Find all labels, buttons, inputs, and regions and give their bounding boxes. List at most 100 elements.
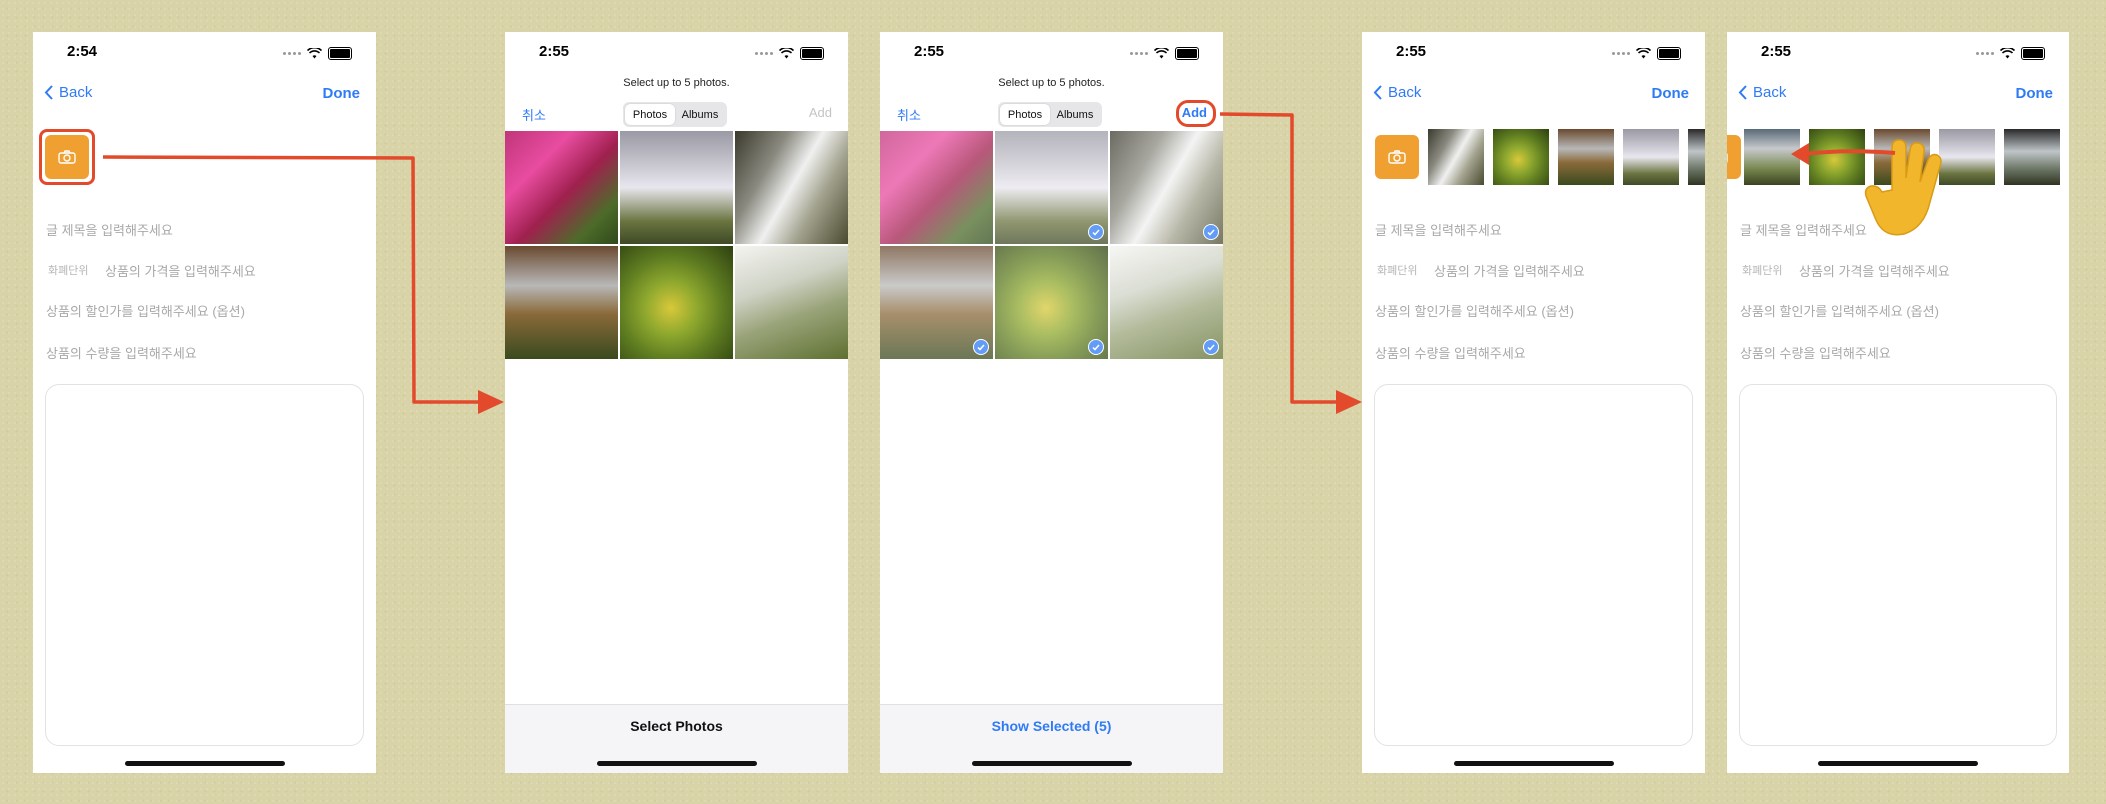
photo-cell[interactable] — [995, 131, 1108, 244]
status-time: 2:55 — [1761, 43, 1792, 60]
stock-field[interactable]: 상품의 수량을 입력해주세요 — [1740, 343, 1891, 362]
currency-unit[interactable]: 화폐단위 — [1377, 262, 1417, 278]
wifi-icon — [307, 48, 322, 59]
battery-icon — [1175, 47, 1199, 60]
tab-photos[interactable]: Photos — [625, 104, 675, 125]
home-indicator — [1818, 761, 1978, 766]
currency-unit[interactable]: 화폐단위 — [48, 262, 88, 278]
camera-button-highlight — [39, 129, 95, 185]
description-textarea[interactable] — [1739, 384, 2057, 746]
photo-thumbnail[interactable] — [1493, 129, 1549, 185]
picker-bottom-bar: Select Photos — [505, 704, 848, 773]
description-textarea[interactable] — [45, 384, 364, 746]
status-bar: 2:55 — [880, 43, 1223, 67]
checkmark-icon — [973, 339, 989, 355]
back-label: Back — [1753, 84, 1787, 101]
camera-button[interactable] — [1375, 135, 1419, 179]
price-field[interactable]: 상품의 가격을 입력해주세요 — [105, 261, 256, 280]
battery-icon — [800, 47, 824, 60]
back-button[interactable]: Back — [1738, 84, 1786, 101]
battery-icon — [1657, 47, 1681, 60]
done-button[interactable]: Done — [2016, 85, 2054, 102]
wifi-icon — [779, 48, 794, 59]
checkmark-icon — [1203, 224, 1219, 240]
checkmark-icon — [1203, 339, 1219, 355]
checkmark-icon — [1088, 224, 1104, 240]
home-indicator — [971, 761, 1132, 766]
photo-thumbnail[interactable] — [1428, 129, 1484, 185]
arrow-icon — [1336, 390, 1362, 414]
photo-cell[interactable] — [995, 246, 1108, 359]
cancel-button[interactable]: 취소 — [522, 105, 546, 124]
screen-2-photo-picker: 2:55 Select up to 5 photos. 취소 Photos Al… — [505, 32, 848, 773]
wifi-icon — [1154, 48, 1169, 59]
title-field[interactable]: 글 제목을 입력해주세요 — [46, 220, 173, 239]
camera-icon — [1388, 150, 1406, 164]
nav-bar: Back Done — [1362, 76, 1705, 116]
add-button[interactable]: Add — [809, 105, 832, 120]
photo-cell[interactable] — [505, 131, 618, 244]
back-button[interactable]: Back — [44, 84, 92, 101]
description-textarea[interactable] — [1374, 384, 1693, 746]
status-time: 2:55 — [914, 43, 945, 60]
battery-icon — [2021, 47, 2045, 60]
camera-button[interactable] — [1727, 135, 1741, 179]
photo-cell[interactable] — [735, 131, 848, 244]
battery-icon — [328, 47, 352, 60]
stock-field[interactable]: 상품의 수량을 입력해주세요 — [1375, 343, 1526, 362]
stock-field[interactable]: 상품의 수량을 입력해주세요 — [46, 343, 197, 362]
photo-grid — [880, 131, 1223, 359]
discount-field[interactable]: 상품의 할인가를 입력해주세요 (옵션) — [46, 301, 245, 320]
home-indicator — [596, 761, 757, 766]
photo-cell[interactable] — [1110, 246, 1223, 359]
select-photos-label[interactable]: Select Photos — [505, 718, 848, 734]
back-button[interactable]: Back — [1373, 84, 1421, 101]
chevron-left-icon — [1738, 85, 1747, 100]
screen-3-photo-picker-selected: 2:55 Select up to 5 photos. 취소 Photos Al… — [880, 32, 1223, 773]
title-field[interactable]: 글 제목을 입력해주세요 — [1375, 220, 1502, 239]
status-bar: 2:54 — [33, 43, 376, 67]
photo-thumbnail[interactable] — [1623, 129, 1679, 185]
back-label: Back — [1388, 84, 1422, 101]
nav-bar: Back Done — [1727, 76, 2069, 116]
add-button-highlight — [1176, 100, 1216, 127]
picker-title: Select up to 5 photos. — [623, 77, 730, 89]
photo-cell[interactable] — [620, 131, 733, 244]
photo-cell[interactable] — [880, 246, 993, 359]
cancel-button[interactable]: 취소 — [897, 105, 921, 124]
status-time: 2:55 — [1396, 43, 1427, 60]
done-button[interactable]: Done — [1652, 85, 1690, 102]
status-time: 2:55 — [539, 43, 570, 60]
picker-title: Select up to 5 photos. — [998, 77, 1105, 89]
price-field[interactable]: 상품의 가격을 입력해주세요 — [1434, 261, 1585, 280]
screen-4-form-with-photos: 2:55 Back Done 글 제목을 입력해주세요 화폐단위 상품의 가격을… — [1362, 32, 1705, 773]
photo-cell[interactable] — [735, 246, 848, 359]
photo-cell[interactable] — [620, 246, 733, 359]
photo-cell[interactable] — [880, 131, 993, 244]
tab-photos[interactable]: Photos — [1000, 104, 1050, 125]
status-bar: 2:55 — [1362, 43, 1705, 67]
photo-cell[interactable] — [505, 246, 618, 359]
tab-albums[interactable]: Albums — [675, 104, 725, 125]
picker-bottom-bar: Show Selected (5) — [880, 704, 1223, 773]
cellular-icon — [1976, 52, 1994, 55]
wifi-icon — [1636, 48, 1651, 59]
discount-field[interactable]: 상품의 할인가를 입력해주세요 (옵션) — [1740, 301, 1939, 320]
photo-thumbnail[interactable] — [2004, 129, 2060, 185]
done-button[interactable]: Done — [323, 85, 361, 102]
price-field[interactable]: 상품의 가격을 입력해주세요 — [1799, 261, 1950, 280]
photo-cell[interactable] — [1110, 131, 1223, 244]
show-selected-button[interactable]: Show Selected (5) — [880, 718, 1223, 734]
discount-field[interactable]: 상품의 할인가를 입력해주세요 (옵션) — [1375, 301, 1574, 320]
home-indicator — [1453, 761, 1614, 766]
screen-5-form-scrolled: 2:55 Back Done 글 제목을 입력해주세요 화폐단위 상품의 가격을… — [1727, 32, 2069, 773]
photo-thumbnail-strip[interactable] — [1375, 129, 1705, 185]
tab-albums[interactable]: Albums — [1050, 104, 1100, 125]
wifi-icon — [2000, 48, 2015, 59]
title-field[interactable]: 글 제목을 입력해주세요 — [1740, 220, 1867, 239]
cellular-icon — [755, 52, 773, 55]
photo-thumbnail[interactable] — [1688, 129, 1705, 185]
currency-unit[interactable]: 화폐단위 — [1742, 262, 1782, 278]
home-indicator — [124, 761, 285, 766]
photo-thumbnail[interactable] — [1558, 129, 1614, 185]
